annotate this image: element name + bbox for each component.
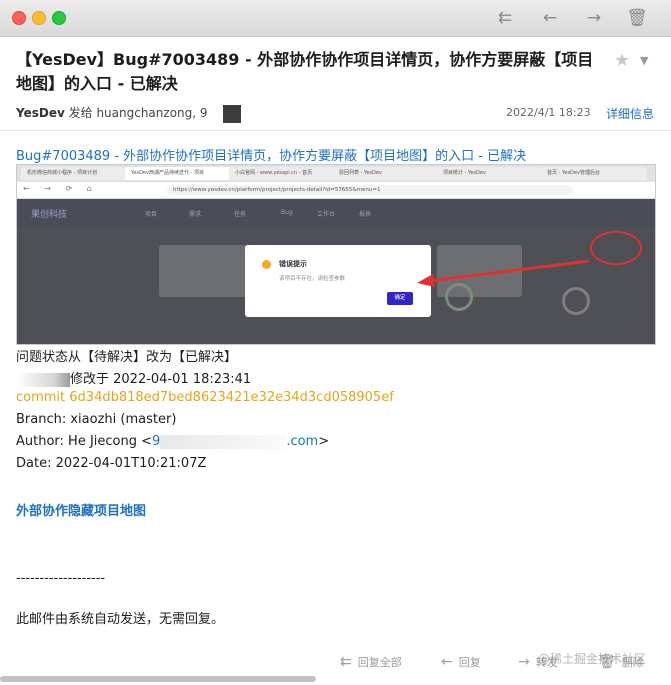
reply-label: 回复 [458,656,481,669]
blurred-name [16,372,70,387]
status-change-text: 问题状态从【待解决】改为【已解决】 [16,350,238,365]
sender-name[interactable]: YesDev [16,106,65,120]
reply-all-button[interactable]: ⇇ 回复全部 [340,654,402,670]
forward-icon: → [518,654,530,670]
redacted-block [223,104,242,123]
window-titlebar: ⇇ ← → 🗑 [0,0,671,37]
commit-date: Date: 2022-04-01T10:21:07Z [16,456,207,471]
reply-icon[interactable]: ← [537,8,563,28]
mail-date: 2022/4/1 18:23 [506,106,591,119]
recipients: 发给 huangchanzong, 9 [68,106,208,120]
divider-text: ------------------- [16,571,106,586]
details-link[interactable]: 详细信息 [606,105,654,122]
header-divider [0,130,671,131]
footer-note: 此邮件由系统自动发送，无需回复。 [16,612,225,627]
author-suffix: > [318,434,330,449]
reply-icon: ← [441,654,453,670]
author-prefix: Author: He Jiecong < [16,434,153,449]
star-icon[interactable]: ★ [614,50,630,71]
from-line: YesDev 发给 huangchanzong, 9 [16,104,242,123]
reply-all-icon[interactable]: ⇇ [492,8,518,28]
reply-all-label: 回复全部 [357,656,402,669]
author-email-end[interactable]: .com [286,434,318,449]
chevron-down-icon[interactable]: ▼ [640,54,648,67]
author-line: Author: He Jiecong <9 .com> [16,434,329,449]
mail-subject: 【YesDev】Bug#7003489 - 外部协作协作项目详情页，协作方要屏蔽… [16,50,594,93]
close-window-button[interactable] [12,11,26,25]
trash-icon[interactable]: 🗑 [624,8,650,28]
branch-line: Branch: xiaozhi (master) [16,412,177,427]
redacted-email [160,434,287,449]
embedded-screenshot: 机形微信商城小程序 - 项目计划 YesDev西湖产品持续迭代 - 项目 小白官… [16,164,656,345]
reply-button[interactable]: ← 回复 [441,654,481,670]
forward-icon[interactable]: → [581,8,607,28]
modified-time: 修改于 2022-04-01 18:23:41 [70,372,252,387]
author-email-start[interactable]: 9 [152,434,160,449]
commit-message-link[interactable]: 外部协作隐藏项目地图 [16,500,146,519]
bug-title-link[interactable]: Bug#7003489 - 外部协作协作项目详情页，协作方要屏蔽【项目地图】的入… [16,145,526,164]
zoom-window-button[interactable] [52,11,66,25]
reply-all-icon: ⇇ [340,654,352,670]
modified-line: 修改于 2022-04-01 18:23:41 [16,368,251,387]
commit-hash[interactable]: commit 6d34db818ed7bed8623421e32e34d3cd0… [16,390,394,405]
minimize-window-button[interactable] [32,11,46,25]
horizontal-scrollbar[interactable] [0,676,316,682]
watermark-text: @稀土掘金技术社区 [538,652,647,666]
annotation-arrow-icon [417,259,590,287]
